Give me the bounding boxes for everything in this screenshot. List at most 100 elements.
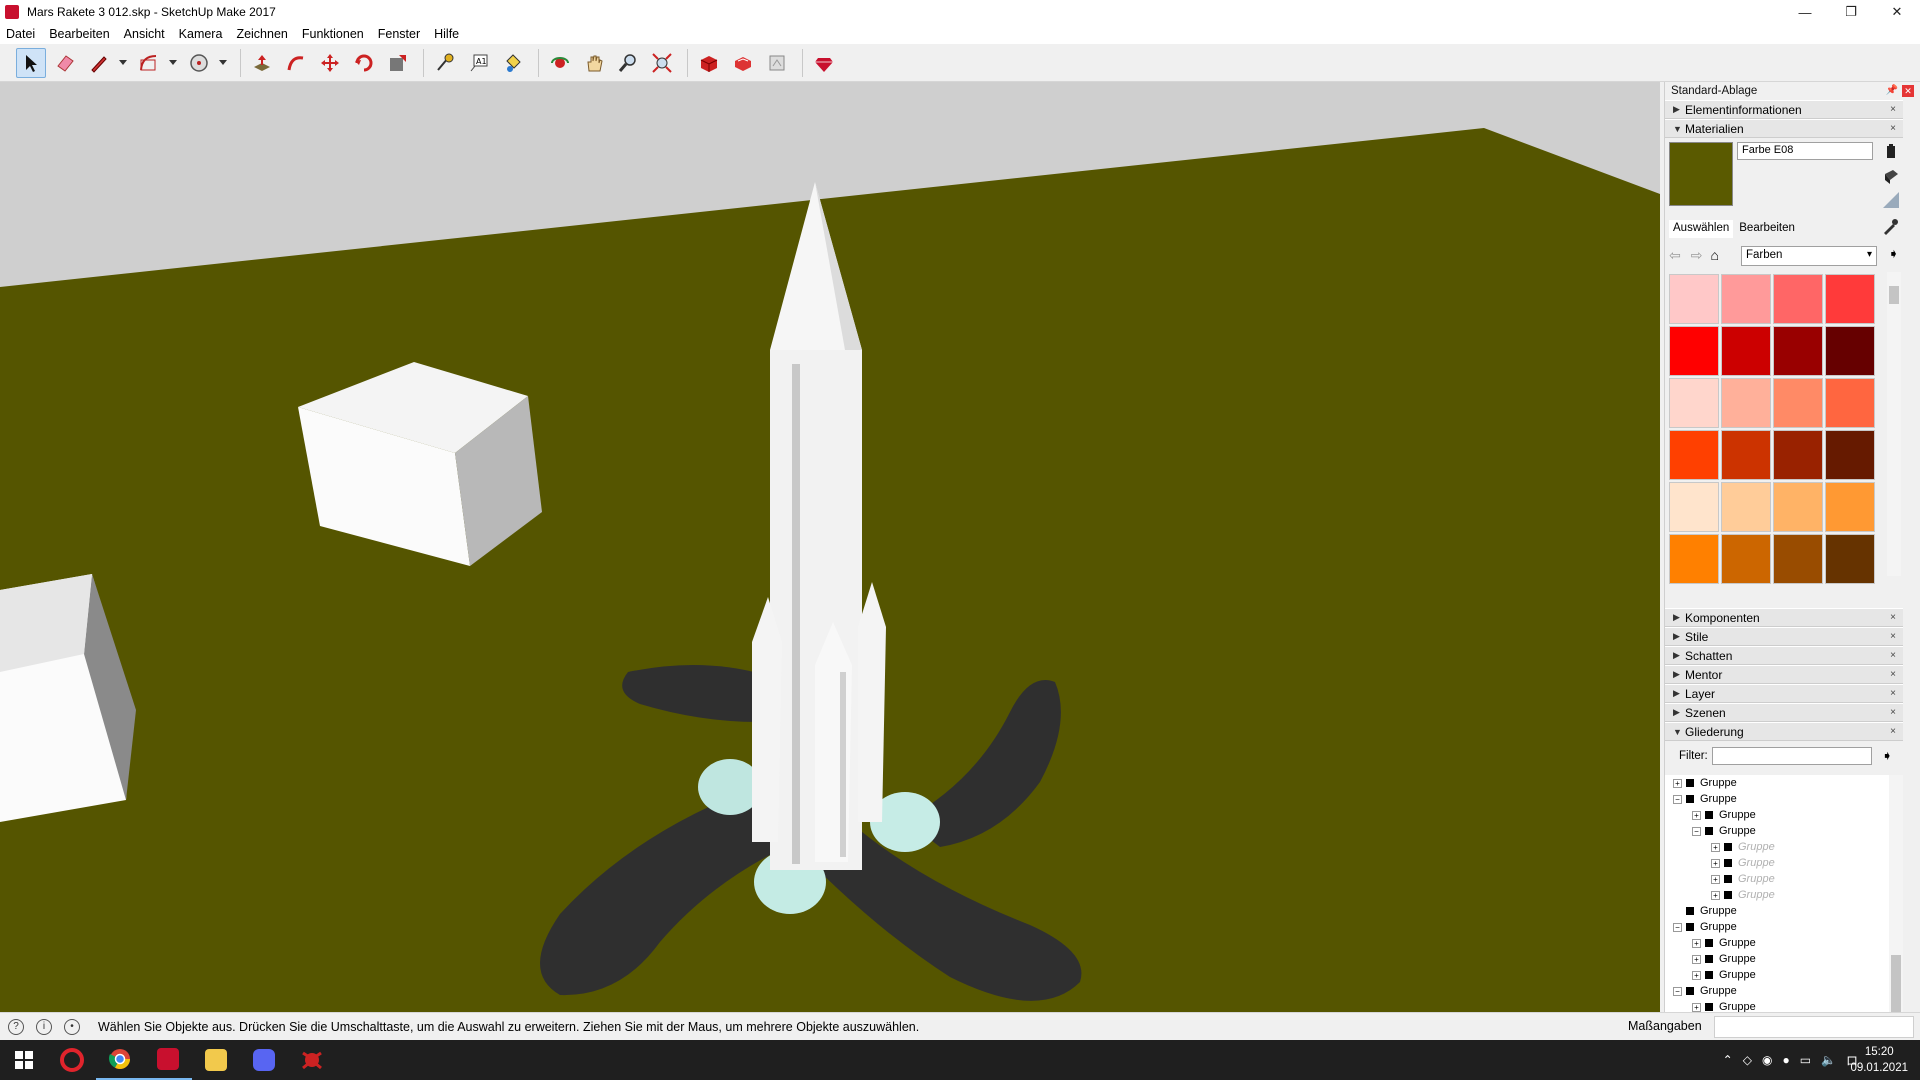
material-swatch[interactable] xyxy=(1721,274,1771,324)
arc-tool-dropdown[interactable] xyxy=(168,48,178,78)
outliner-row[interactable]: + Gruppe xyxy=(1665,951,1893,967)
expand-node-icon[interactable]: + xyxy=(1711,842,1720,852)
material-swatch[interactable] xyxy=(1773,378,1823,428)
minimize-button[interactable]: — xyxy=(1782,0,1828,24)
outliner-row[interactable]: + Gruppe xyxy=(1665,871,1893,887)
outliner-row[interactable]: + Gruppe xyxy=(1665,887,1893,903)
shape-tool-dropdown[interactable] xyxy=(218,48,228,78)
layout-button[interactable] xyxy=(762,48,792,78)
back-arrow-icon[interactable]: ⇦ xyxy=(1669,247,1681,264)
push-pull-tool-button[interactable] xyxy=(247,48,277,78)
extension-warehouse-button[interactable] xyxy=(728,48,758,78)
outliner-row[interactable]: + Gruppe xyxy=(1665,807,1893,823)
material-swatch[interactable] xyxy=(1669,534,1719,584)
menu-zeichnen[interactable]: Zeichnen xyxy=(236,27,287,41)
scale-tool-button[interactable] xyxy=(383,48,413,78)
material-swatch[interactable] xyxy=(1825,430,1875,480)
taskbar-opera[interactable] xyxy=(48,1040,96,1080)
menu-datei[interactable]: Datei xyxy=(6,27,35,41)
pin-icon[interactable]: 📌 xyxy=(1886,85,1898,96)
material-swatch[interactable] xyxy=(1669,274,1719,324)
paint-bucket-tool-button[interactable] xyxy=(498,48,528,78)
user-icon[interactable]: • xyxy=(64,1018,80,1035)
wifi-icon[interactable]: ▭ xyxy=(1800,1053,1811,1067)
outliner-row[interactable]: Gruppe xyxy=(1665,903,1893,919)
panel-entity-info[interactable]: ▶ Elementinformationen × xyxy=(1665,100,1903,119)
expand-node-icon[interactable]: + xyxy=(1673,778,1682,788)
outliner-row[interactable]: + Gruppe xyxy=(1665,935,1893,951)
tray-close-button[interactable]: ✕ xyxy=(1902,85,1914,97)
panel-components[interactable]: ▶ Komponenten × xyxy=(1665,608,1903,627)
scrollbar-thumb[interactable] xyxy=(1889,286,1899,304)
material-swatch[interactable] xyxy=(1825,482,1875,532)
menu-bearbeiten[interactable]: Bearbeiten xyxy=(49,27,109,41)
panel-mentor[interactable]: ▶ Mentor × xyxy=(1665,665,1903,684)
material-swatch[interactable] xyxy=(1825,378,1875,428)
expand-node-icon[interactable]: + xyxy=(1711,858,1720,868)
orbit-tool-button[interactable] xyxy=(545,48,575,78)
paint-in-model-icon[interactable] xyxy=(1881,166,1901,186)
ruby-console-button[interactable] xyxy=(809,48,839,78)
taskbar-game-app[interactable] xyxy=(288,1040,336,1080)
tape-measure-tool-button[interactable] xyxy=(430,48,460,78)
swatch-scrollbar[interactable] xyxy=(1887,272,1901,576)
panel-close-icon[interactable]: × xyxy=(1887,612,1899,624)
line-tool-dropdown[interactable] xyxy=(118,48,128,78)
material-swatch[interactable] xyxy=(1721,326,1771,376)
follow-me-tool-button[interactable] xyxy=(281,48,311,78)
menu-funktionen[interactable]: Funktionen xyxy=(302,27,364,41)
panel-close-icon[interactable]: × xyxy=(1887,688,1899,700)
outliner-row[interactable]: − Gruppe xyxy=(1665,791,1893,807)
expand-node-icon[interactable]: + xyxy=(1692,954,1701,964)
panel-shadows[interactable]: ▶ Schatten × xyxy=(1665,646,1903,665)
outliner-row[interactable]: + Gruppe xyxy=(1665,967,1893,983)
drawing-viewport[interactable] xyxy=(0,82,1660,1012)
material-swatch[interactable] xyxy=(1669,482,1719,532)
outliner-row[interactable]: − Gruppe xyxy=(1665,823,1893,839)
material-swatch[interactable] xyxy=(1669,430,1719,480)
material-swatch[interactable] xyxy=(1773,326,1823,376)
menu-kamera[interactable]: Kamera xyxy=(179,27,223,41)
tab-select[interactable]: Auswählen xyxy=(1669,220,1734,238)
select-tool-button[interactable] xyxy=(16,47,46,78)
menu-ansicht[interactable]: Ansicht xyxy=(124,27,165,41)
taskbar-file-explorer[interactable] xyxy=(192,1040,240,1080)
outliner-row[interactable]: + Gruppe xyxy=(1665,855,1893,871)
zoom-tool-button[interactable] xyxy=(613,48,643,78)
panel-close-icon[interactable]: × xyxy=(1887,104,1899,116)
details-arrow-icon[interactable]: ➧ xyxy=(1888,246,1899,262)
material-swatch[interactable] xyxy=(1669,378,1719,428)
sample-paint-icon[interactable] xyxy=(1881,218,1899,236)
collapse-node-icon[interactable]: − xyxy=(1673,986,1682,996)
outliner-row[interactable]: − Gruppe xyxy=(1665,919,1893,935)
outliner-row[interactable]: + Gruppe xyxy=(1665,839,1893,855)
create-material-icon[interactable] xyxy=(1881,142,1901,162)
menu-fenster[interactable]: Fenster xyxy=(378,27,420,41)
network-icon[interactable]: ◇ xyxy=(1743,1053,1752,1067)
panel-outliner[interactable]: ▼ Gliederung × xyxy=(1665,722,1903,741)
material-library-select[interactable]: Farben xyxy=(1741,246,1877,266)
panel-materials[interactable]: ▼ Materialien × xyxy=(1665,119,1903,138)
collapse-node-icon[interactable]: − xyxy=(1673,922,1682,932)
material-swatch[interactable] xyxy=(1773,274,1823,324)
material-swatch[interactable] xyxy=(1721,482,1771,532)
panel-close-icon[interactable]: × xyxy=(1887,669,1899,681)
expand-node-icon[interactable]: + xyxy=(1711,890,1720,900)
eraser-tool-button[interactable] xyxy=(50,48,80,78)
material-name-field[interactable]: Farbe E08 xyxy=(1737,142,1873,160)
expand-node-icon[interactable]: + xyxy=(1711,874,1720,884)
taskbar-chrome[interactable] xyxy=(96,1040,144,1080)
taskbar-discord[interactable] xyxy=(240,1040,288,1080)
default-material-icon[interactable] xyxy=(1881,190,1901,210)
material-swatch[interactable] xyxy=(1721,534,1771,584)
outliner-scrollbar[interactable] xyxy=(1889,775,1903,1023)
material-swatch[interactable] xyxy=(1825,326,1875,376)
collapse-node-icon[interactable]: − xyxy=(1692,826,1701,836)
panel-close-icon[interactable]: × xyxy=(1887,726,1899,738)
panel-close-icon[interactable]: × xyxy=(1887,631,1899,643)
panel-close-icon[interactable]: × xyxy=(1887,707,1899,719)
menu-hilfe[interactable]: Hilfe xyxy=(434,27,459,41)
material-swatch[interactable] xyxy=(1721,430,1771,480)
3d-warehouse-button[interactable] xyxy=(694,48,724,78)
zoom-extents-tool-button[interactable] xyxy=(647,48,677,78)
